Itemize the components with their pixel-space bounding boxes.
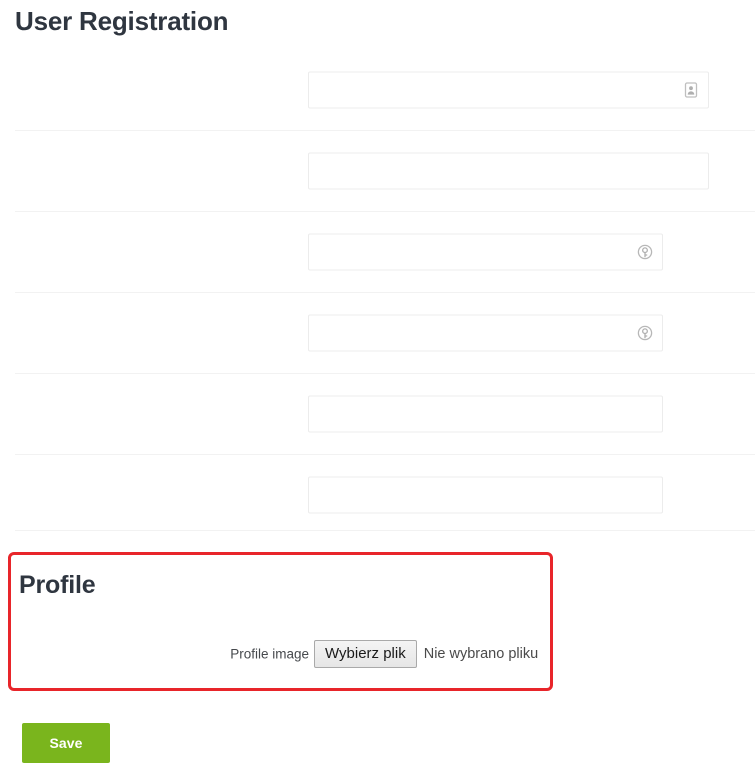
form-row-email-address: Email Address bbox=[15, 373, 755, 454]
form-row-name: Name bbox=[15, 49, 755, 130]
form-row-username: Username bbox=[15, 130, 755, 211]
save-button[interactable]: Save bbox=[22, 723, 110, 763]
page-title: User Registration bbox=[15, 6, 229, 36]
input-username[interactable] bbox=[308, 152, 709, 190]
input-name[interactable] bbox=[308, 71, 709, 108]
section-divider bbox=[15, 530, 755, 531]
form-row-confirm-email-address: Confirm Email Address bbox=[15, 454, 755, 535]
input-confirm-password[interactable] bbox=[308, 314, 663, 352]
input-email-address[interactable] bbox=[308, 395, 663, 433]
file-status-text: Nie wybrano pliku bbox=[423, 645, 539, 662]
input-confirm-email-address[interactable] bbox=[308, 476, 663, 514]
choose-file-button[interactable]: Wybierz plik bbox=[314, 640, 417, 668]
profile-heading: Profile bbox=[19, 571, 96, 599]
profile-image-label: Profile image bbox=[230, 646, 309, 662]
input-password[interactable] bbox=[308, 233, 663, 271]
profile-section: Profile Profile image Wybierz plik Nie w… bbox=[8, 552, 553, 691]
profile-image-file-input[interactable]: Wybierz plik Nie wybrano pliku bbox=[314, 640, 538, 668]
user-registration-page: User Registration NameUsernamePasswordCo… bbox=[0, 0, 755, 772]
profile-image-row: Profile image Wybierz plik Nie wybrano p… bbox=[11, 623, 550, 685]
form-row-confirm-password: Confirm Password bbox=[15, 292, 755, 373]
form-row-password: Password bbox=[15, 211, 755, 292]
